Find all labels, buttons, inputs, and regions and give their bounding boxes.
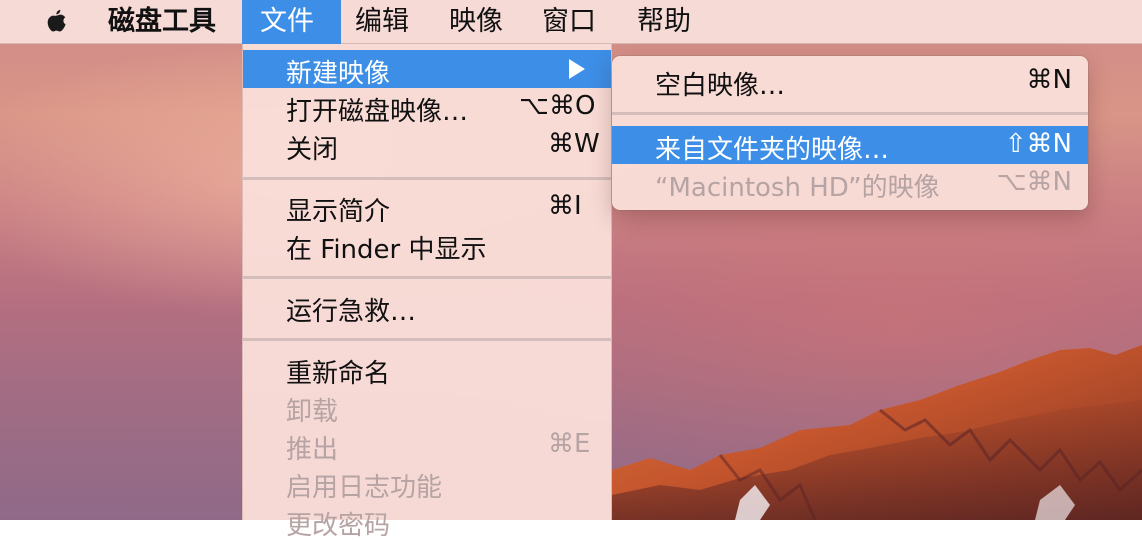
apple-logo-icon xyxy=(47,9,66,32)
menu-item-label: 运行急救… xyxy=(286,297,417,327)
menu-item-label: 关闭 xyxy=(286,135,339,165)
menu-item-shortcut: ⌘N xyxy=(1026,65,1072,95)
menu-separator xyxy=(243,338,611,341)
apple-menu[interactable] xyxy=(38,0,74,44)
menu-separator xyxy=(243,177,611,180)
menu-help[interactable]: 帮助 xyxy=(637,0,691,44)
menu-window[interactable]: 窗口 xyxy=(542,0,596,44)
menu-image[interactable]: 映像 xyxy=(449,0,503,44)
menu-separator xyxy=(243,276,611,279)
triangle-right-icon xyxy=(569,59,585,79)
submenu-item-image-from-disk: “Macintosh HD”的映像 ⌥⌘N xyxy=(612,164,1088,203)
menu-edit[interactable]: 编辑 xyxy=(355,0,409,44)
menu-item-enable-journaling: 启用日志功能 xyxy=(243,464,611,503)
menu-item-label: 卸载 xyxy=(286,397,339,427)
menu-item-label: 显示简介 xyxy=(286,197,391,227)
menu-item-label: 启用日志功能 xyxy=(286,473,443,503)
menu-item-shortcut: ⌘E xyxy=(548,429,591,459)
submenu-item-image-from-folder[interactable]: 来自文件夹的映像… ⇧⌘N xyxy=(612,126,1088,165)
menu-item-change-password: 更改密码 xyxy=(243,502,611,541)
menu-item-label: “Macintosh HD”的映像 xyxy=(655,173,940,203)
menu-item-open-disk-image[interactable]: 打开磁盘映像… ⌥⌘O xyxy=(243,88,611,127)
menu-item-eject: 推出 ⌘E xyxy=(243,426,611,465)
menu-item-shortcut: ⌘W xyxy=(548,129,600,159)
menu-item-get-info[interactable]: 显示简介 ⌘I xyxy=(243,188,611,227)
new-image-submenu: 空白映像… ⌘N 来自文件夹的映像… ⇧⌘N “Macintosh HD”的映像… xyxy=(612,56,1088,210)
menu-item-label: 重新命名 xyxy=(286,359,391,389)
app-menu-disk-utility[interactable]: 磁盘工具 xyxy=(108,0,216,44)
menu-item-label: 空白映像… xyxy=(655,71,786,101)
menu-item-close[interactable]: 关闭 ⌘W xyxy=(243,126,611,165)
menu-item-unmount: 卸载 xyxy=(243,388,611,427)
menu-file[interactable]: 文件 xyxy=(242,0,341,44)
submenu-item-blank-image[interactable]: 空白映像… ⌘N xyxy=(612,62,1088,101)
menu-item-shortcut: ⌘I xyxy=(548,191,582,221)
file-menu-dropdown: 新建映像 打开磁盘映像… ⌥⌘O 关闭 ⌘W 显示简介 ⌘I 在 Finder … xyxy=(242,44,612,541)
menu-item-rename[interactable]: 重新命名 xyxy=(243,350,611,389)
menu-item-shortcut: ⇧⌘N xyxy=(1004,129,1072,159)
menu-item-label: 更改密码 xyxy=(286,511,391,541)
menu-item-new-image[interactable]: 新建映像 xyxy=(243,50,611,89)
menu-item-label: 推出 xyxy=(286,435,339,465)
menu-item-show-in-finder[interactable]: 在 Finder 中显示 xyxy=(243,226,611,265)
menu-item-label: 来自文件夹的映像… xyxy=(655,135,890,165)
menu-item-shortcut: ⌥⌘O xyxy=(519,91,596,121)
menu-bar: 磁盘工具 文件 编辑 映像 窗口 帮助 xyxy=(0,0,1142,44)
menu-separator xyxy=(612,112,1088,115)
menu-item-first-aid[interactable]: 运行急救… xyxy=(243,288,611,327)
menu-item-shortcut: ⌥⌘N xyxy=(996,167,1072,197)
menu-item-label: 在 Finder 中显示 xyxy=(286,235,487,265)
menu-item-label: 打开磁盘映像… xyxy=(286,97,469,127)
menu-item-label: 新建映像 xyxy=(286,59,391,89)
